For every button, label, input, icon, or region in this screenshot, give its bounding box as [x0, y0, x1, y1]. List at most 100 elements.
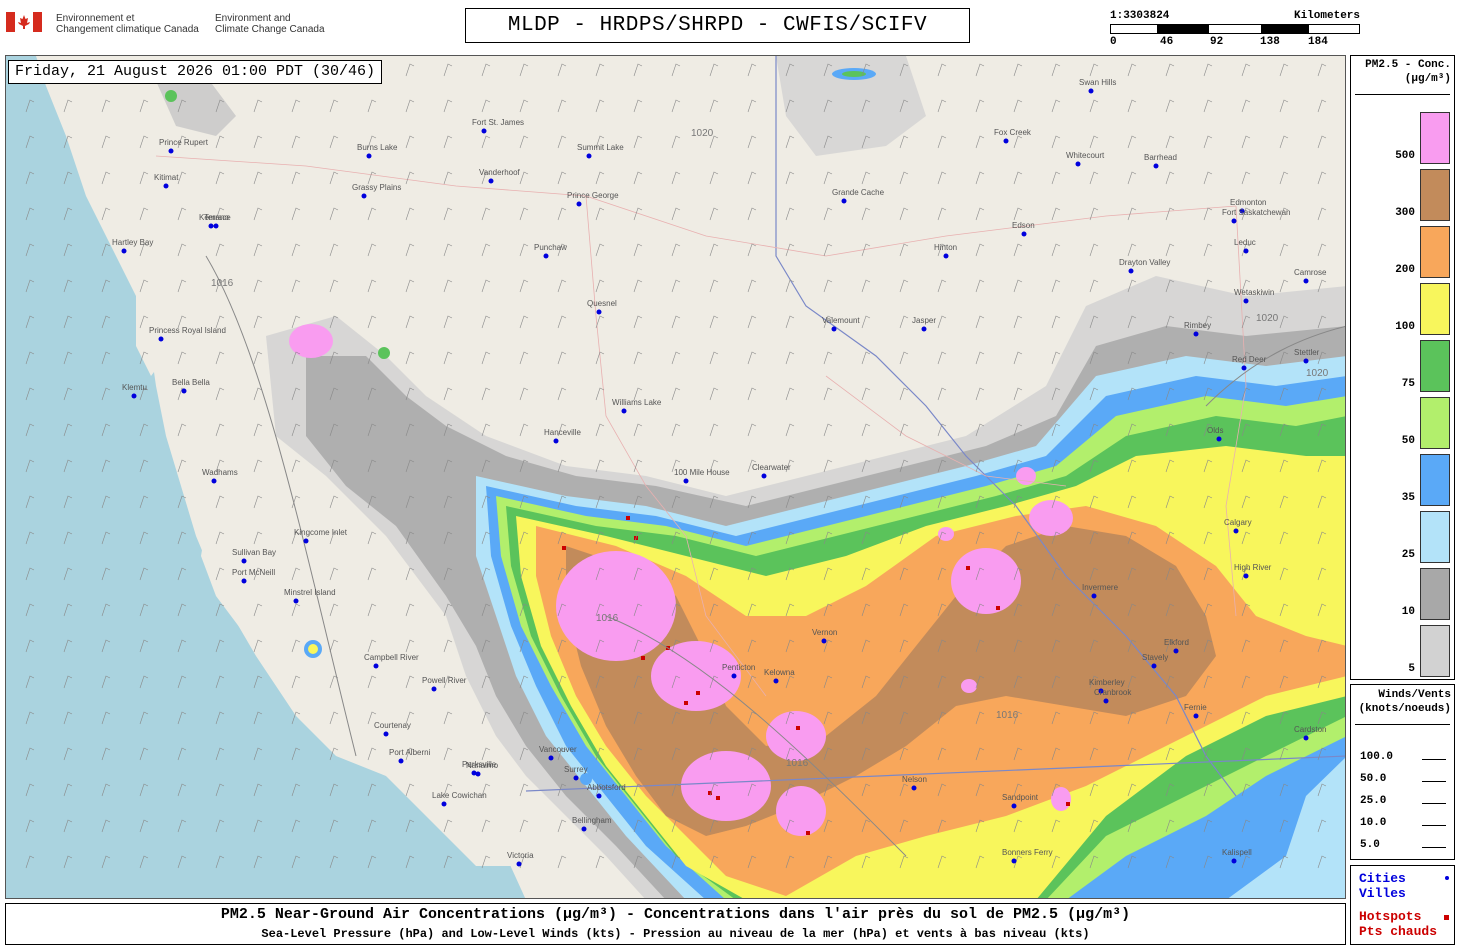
- city-dot: [543, 253, 549, 259]
- wind-barb-icon: [1422, 759, 1446, 760]
- city-dot: [488, 178, 494, 184]
- city-dot: [121, 248, 127, 254]
- smoke-forecast-map[interactable]: 1016 1016 1016 1016 1020 1020 1020 Princ…: [5, 55, 1346, 899]
- city-dot: [596, 309, 602, 315]
- city-dot: [441, 801, 447, 807]
- city-label: Sullivan Bay: [232, 548, 276, 557]
- model-title: MLDP - HRDPS/SHRPD - CWFIS/SCIFV: [465, 8, 970, 43]
- legend-swatch: [1420, 283, 1450, 335]
- city-dot: [475, 771, 481, 777]
- city-dot: [366, 153, 372, 159]
- city-label: Kelowna: [764, 668, 795, 677]
- scale-tick: 92: [1210, 36, 1224, 48]
- legend-level-label: 100: [1395, 321, 1415, 333]
- city-dot: [1011, 858, 1017, 864]
- city-label: Invermere: [1082, 583, 1119, 592]
- city-label: Olds: [1207, 426, 1223, 435]
- city-label: Jasper: [912, 316, 936, 325]
- pm25-legend-title-line1: PM2.5 - Conc.: [1365, 59, 1451, 71]
- legend-hotspots-label: Hotspots: [1359, 909, 1422, 924]
- city-dot: [241, 578, 247, 584]
- city-label: Fernie: [1184, 703, 1207, 712]
- forecast-timestamp: Friday, 21 August 2026 01:00 PDT (30/46): [8, 60, 383, 84]
- city-label: Grande Cache: [832, 188, 885, 197]
- wind-legend-row: 25.0: [1360, 795, 1387, 807]
- city-label: Vanderhoof: [479, 168, 521, 177]
- city-label: Clearwater: [752, 463, 791, 472]
- legend-swatch: [1420, 625, 1450, 677]
- city-dot: [481, 128, 487, 134]
- city-label: Fort Saskatchewan: [1222, 208, 1290, 217]
- legend-pts-chauds-label: Pts chauds: [1359, 924, 1438, 939]
- city-dot: [1216, 436, 1222, 442]
- legend-swatch: [1420, 454, 1450, 506]
- city-label: Campbell River: [364, 653, 419, 662]
- city-label: Cranbrook: [1094, 688, 1132, 697]
- city-dot: [1243, 248, 1249, 254]
- city-label: Vernon: [812, 628, 837, 637]
- city-dot: [581, 826, 587, 832]
- city-label: Prince George: [567, 191, 619, 200]
- legend-swatch: [1420, 226, 1450, 278]
- isobar-label: 1016: [786, 758, 809, 769]
- city-dot: [241, 558, 247, 564]
- city-label: Vancouver: [539, 745, 577, 754]
- city-label: Bonners Ferry: [1002, 848, 1053, 857]
- wind-barb-icon: [1422, 781, 1446, 782]
- city-label: Kingcome Inlet: [294, 528, 348, 537]
- caption-line-1: PM2.5 Near-Ground Air Concentrations (μg…: [220, 906, 1131, 923]
- city-dot: [831, 326, 837, 332]
- legend-level-label: 75: [1401, 378, 1415, 390]
- wind-legend-row: 50.0: [1360, 773, 1387, 785]
- city-dot: [303, 538, 309, 544]
- city-dot: [596, 793, 602, 799]
- city-label: Elkford: [1164, 638, 1189, 647]
- city-dot: [516, 861, 522, 867]
- city-dot: [211, 478, 217, 484]
- city-label: Calgary: [1224, 518, 1252, 527]
- city-dot: [181, 388, 187, 394]
- city-label: Camrose: [1294, 268, 1327, 277]
- city-dot: [1193, 713, 1199, 719]
- city-label: Punchaw: [534, 243, 567, 252]
- city-dot: [1021, 231, 1027, 237]
- city-dot: [1103, 698, 1109, 704]
- city-dot: [168, 148, 174, 154]
- city-label: Port Alberni: [389, 748, 431, 757]
- legend-cities-label: Cities: [1359, 871, 1406, 886]
- wind-legend-row: 5.0: [1360, 839, 1380, 851]
- scale-bar: 1:3303824 Kilometers 0 46 92 138 184: [1110, 10, 1360, 50]
- legend-level-label: 5: [1408, 663, 1415, 675]
- city-label: Whitecourt: [1066, 151, 1105, 160]
- pm25-legend-title-line2: (μg/m³): [1404, 73, 1451, 85]
- caption-line-2: Sea-Level Pressure (hPa) and Low-Level W…: [261, 927, 1090, 941]
- city-dot: [553, 438, 559, 444]
- wind-legend-row: 10.0: [1360, 817, 1387, 829]
- scale-tick: 184: [1308, 36, 1328, 48]
- city-label: Edson: [1012, 221, 1035, 230]
- city-marker-icon: [1445, 876, 1449, 880]
- city-label: Princess Royal Island: [149, 326, 226, 335]
- city-dot: [1243, 573, 1249, 579]
- city-label: Lake Cowichan: [432, 791, 487, 800]
- city-dot: [576, 201, 582, 207]
- department-name-en: Environment and Climate Change Canada: [215, 13, 325, 35]
- scale-unit: Kilometers: [1293, 10, 1360, 22]
- city-label: Cardston: [1294, 725, 1326, 734]
- city-dot: [548, 755, 554, 761]
- city-dot: [1003, 138, 1009, 144]
- city-dot: [1303, 278, 1309, 284]
- legend-swatch: [1420, 112, 1450, 164]
- city-dot: [921, 326, 927, 332]
- city-label: Valemount: [822, 316, 860, 325]
- city-label: Nanaimo: [466, 761, 499, 770]
- legend-level-label: 10: [1401, 606, 1415, 618]
- legend-level-label: 50: [1401, 435, 1415, 447]
- city-dot: [373, 663, 379, 669]
- isobar-label: 1020: [691, 128, 714, 139]
- city-dot: [1303, 735, 1309, 741]
- city-dot: [1151, 663, 1157, 669]
- city-label: Fort St. James: [472, 118, 524, 127]
- city-dot: [208, 223, 214, 229]
- city-dot: [1303, 358, 1309, 364]
